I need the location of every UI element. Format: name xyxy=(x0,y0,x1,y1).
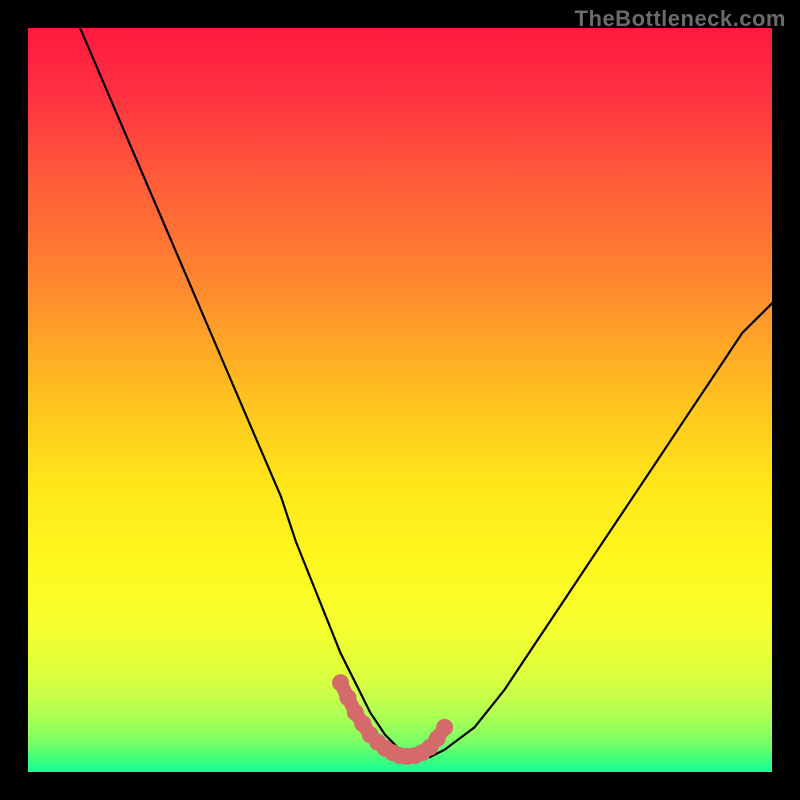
gradient-bg xyxy=(28,28,772,772)
plot-svg xyxy=(28,28,772,772)
watermark-text: TheBottleneck.com xyxy=(575,6,786,32)
chart-frame: TheBottleneck.com xyxy=(0,0,800,800)
plot-area xyxy=(28,28,772,772)
